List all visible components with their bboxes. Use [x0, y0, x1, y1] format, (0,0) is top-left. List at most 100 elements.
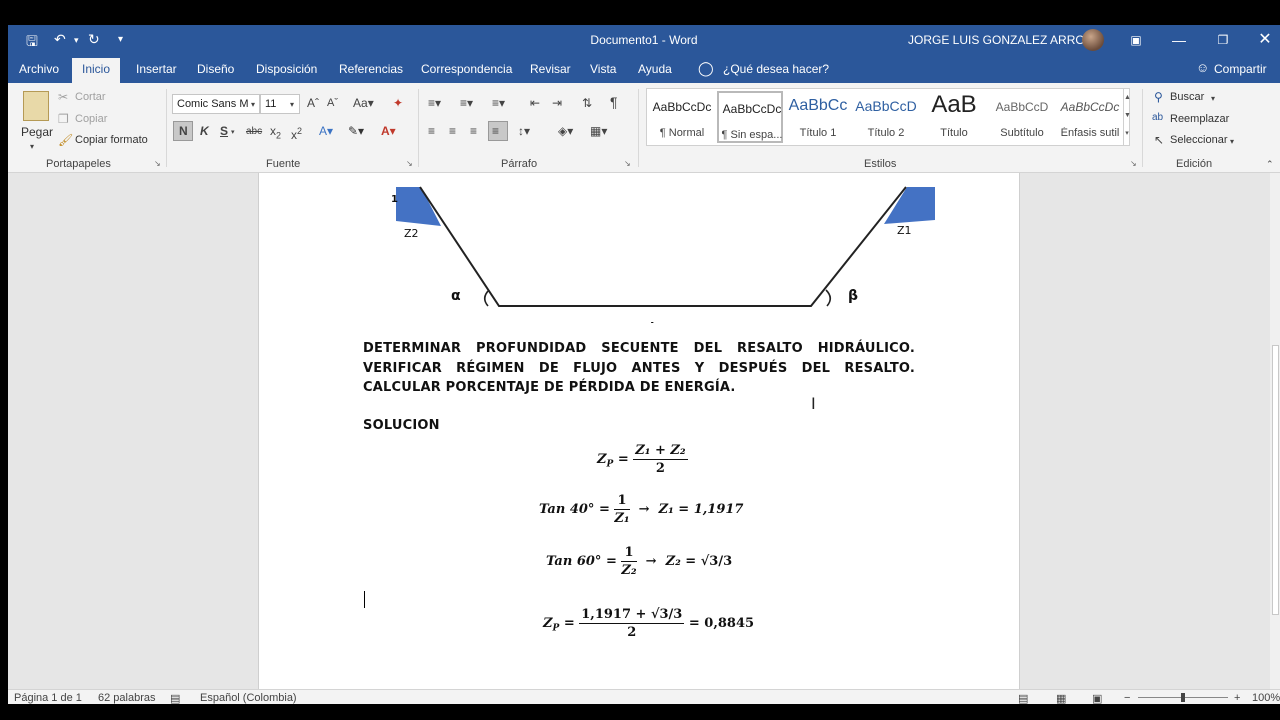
share-button[interactable]: Compartir [1214, 62, 1267, 76]
font-name-dropdown[interactable]: Comic Sans M [172, 94, 260, 114]
font-launcher-icon[interactable]: ↘ [406, 159, 413, 168]
decrease-indent-icon[interactable]: ⇤ [530, 96, 540, 110]
font-name-chevron-down-icon[interactable]: ▾ [251, 98, 255, 112]
paste-button[interactable]: Pegar [21, 125, 53, 139]
change-case-button[interactable]: Aa▾ [353, 96, 374, 110]
show-formatting-marks-icon[interactable]: ¶ [610, 95, 618, 109]
grow-font-icon[interactable]: Aˆ [307, 96, 319, 110]
align-right-icon[interactable]: ≡ [470, 124, 477, 138]
word-count[interactable]: 62 palabras [98, 692, 156, 704]
subscript-icon[interactable]: x2 [270, 124, 281, 142]
styles-scroll[interactable]: ▲ ▼ ▾ [1123, 89, 1131, 145]
paste-icon[interactable] [23, 91, 49, 121]
read-mode-icon[interactable]: ▤ [1018, 692, 1028, 704]
close-icon[interactable]: ✕ [1250, 29, 1280, 51]
proofing-icon[interactable]: ▤ [170, 692, 180, 704]
shading-icon[interactable]: ◈▾ [558, 124, 573, 138]
paste-dropdown-icon[interactable]: ▾ [30, 140, 34, 154]
style-heading-1[interactable]: AaBbCc Título 1 [785, 91, 851, 143]
shrink-font-icon[interactable]: Aˇ [327, 96, 338, 110]
tab-revisar[interactable]: Revisar [530, 62, 571, 76]
tab-inicio[interactable]: Inicio [72, 58, 121, 83]
justify-icon[interactable]: ≡ [492, 124, 499, 138]
avatar[interactable] [1082, 29, 1104, 51]
font-name-value: Comic Sans M [177, 98, 249, 110]
zoom-in-icon[interactable]: + [1234, 692, 1240, 704]
zoom-level[interactable]: 100% [1252, 692, 1280, 704]
eq3-numerator: 1 [621, 545, 637, 562]
format-painter-button[interactable]: Copiar formato [75, 134, 148, 146]
eq4-result: = 0,8845 [688, 616, 755, 631]
select-dropdown-icon[interactable]: ▾ [1230, 135, 1234, 149]
tab-diseno[interactable]: Diseño [197, 62, 234, 76]
user-name[interactable]: JORGE LUIS GONZALEZ ARROYO [908, 33, 1102, 47]
font-size-value: 11 [265, 98, 277, 110]
highlight-icon[interactable]: ✎▾ [348, 124, 364, 138]
document-page[interactable]: 1 Z2 Z1 α β b DETERMINAR PROFUNDIDAD SEC… [258, 173, 1020, 689]
style-name: Título [940, 127, 968, 139]
line-spacing-icon[interactable]: ↕▾ [518, 124, 530, 138]
tell-me-input[interactable]: ¿Qué desea hacer? [723, 62, 829, 76]
multilevel-list-icon[interactable]: ≡▾ [492, 96, 505, 110]
font-color-icon[interactable]: A▾ [381, 124, 396, 138]
cut-button[interactable]: Cortar [75, 91, 106, 103]
style-no-spacing[interactable]: AaBbCcDc ¶ Sin espa... [717, 91, 783, 143]
style-heading-2[interactable]: AaBbCcD Título 2 [853, 91, 919, 143]
tab-disposicion[interactable]: Disposición [256, 62, 317, 76]
bold-button[interactable]: N [179, 124, 188, 138]
borders-icon[interactable]: ▦▾ [590, 124, 607, 138]
italic-button[interactable]: K [200, 124, 209, 138]
numbering-icon[interactable]: ≡▾ [460, 96, 473, 110]
collapse-ribbon-icon[interactable]: ⌃ [1266, 157, 1274, 171]
style-preview: AaBbCcDc [722, 102, 782, 116]
align-center-icon[interactable]: ≡ [449, 124, 456, 138]
style-name: Énfasis sutil [1060, 127, 1120, 139]
copy-button[interactable]: Copiar [75, 113, 107, 125]
superscript-icon[interactable]: x2 [291, 124, 302, 142]
restore-icon[interactable]: ❐ [1208, 29, 1238, 51]
zoom-out-icon[interactable]: − [1124, 692, 1130, 704]
strikethrough-button[interactable]: abc [246, 125, 262, 139]
paragraph-launcher-icon[interactable]: ↘ [624, 159, 631, 168]
replace-button[interactable]: Reemplazar [1170, 113, 1229, 125]
ribbon-display-icon[interactable]: ▣ [1121, 29, 1151, 51]
select-button[interactable]: Seleccionar [1170, 134, 1227, 146]
text-effects-icon[interactable]: A▾ [319, 124, 333, 138]
style-subtle-emphasis[interactable]: AaBbCcDc Énfasis sutil [1057, 91, 1123, 143]
clipboard-launcher-icon[interactable]: ↘ [154, 159, 161, 168]
tab-archivo[interactable]: Archivo [19, 62, 59, 76]
sort-icon[interactable]: ⇅ [582, 96, 592, 110]
vertical-scroll-thumb[interactable] [1272, 345, 1279, 615]
style-subtitle[interactable]: AaBbCcD Subtítulo [989, 91, 1055, 143]
search-icon: ⚲ [1154, 90, 1163, 104]
tab-correspondencia[interactable]: Correspondencia [421, 62, 512, 76]
find-dropdown-icon[interactable]: ▾ [1211, 92, 1215, 106]
print-layout-icon[interactable]: ▦ [1056, 692, 1066, 704]
align-left-icon[interactable]: ≡ [428, 124, 435, 138]
underline-button[interactable]: S [220, 124, 228, 138]
page-count[interactable]: Página 1 de 1 [14, 692, 82, 704]
tab-referencias[interactable]: Referencias [339, 62, 403, 76]
tab-ayuda[interactable]: Ayuda [638, 62, 672, 76]
font-size-chevron-down-icon[interactable]: ▾ [290, 98, 294, 112]
style-title[interactable]: AaB Título [921, 91, 987, 143]
style-normal[interactable]: AaBbCcDc ¶ Normal [649, 91, 715, 143]
eq1-lhs-sub: P [606, 459, 614, 470]
clipboard-group-label: Portapapeles [46, 158, 111, 170]
tab-vista[interactable]: Vista [590, 62, 616, 76]
zoom-slider-thumb[interactable] [1181, 693, 1185, 702]
problem-statement: DETERMINAR PROFUNDIDAD SECUENTE DEL RESA… [363, 341, 915, 395]
minimize-icon[interactable]: — [1164, 29, 1194, 51]
bullets-icon[interactable]: ≡▾ [428, 96, 441, 110]
clear-formatting-icon[interactable]: ✦ [393, 96, 403, 110]
find-button[interactable]: Buscar [1170, 91, 1204, 103]
increase-indent-icon[interactable]: ⇥ [552, 96, 562, 110]
styles-launcher-icon[interactable]: ↘ [1130, 159, 1137, 168]
language-indicator[interactable]: Español (Colombia) [200, 692, 297, 704]
tab-insertar[interactable]: Insertar [136, 62, 177, 76]
web-layout-icon[interactable]: ▣ [1092, 692, 1102, 704]
style-preview: AaBbCcD [995, 100, 1049, 114]
status-bar: Página 1 de 1 62 palabras ▤ Español (Col… [8, 689, 1280, 704]
underline-dropdown-icon[interactable]: ▾ [231, 126, 235, 140]
styles-gallery: AaBbCcDc ¶ Normal AaBbCcDc ¶ Sin espa...… [646, 88, 1131, 146]
